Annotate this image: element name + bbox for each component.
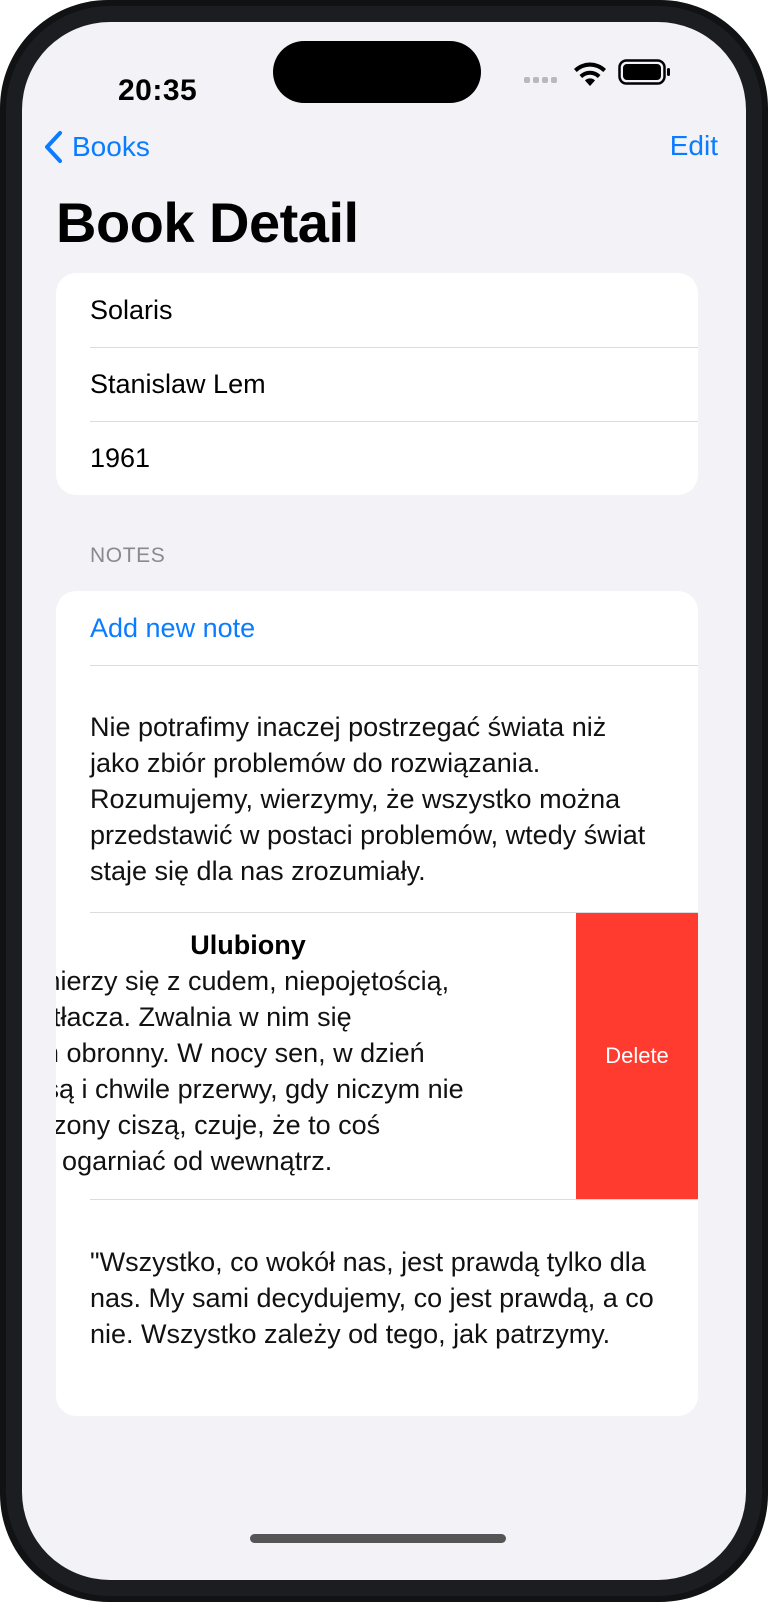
notes-section-header: NOTES — [90, 544, 166, 567]
list-item-swiped[interactable]: Ulubiony ek mierzy się z cudem, niepojęt… — [56, 912, 698, 1200]
book-title: Solaris — [90, 294, 173, 325]
note-title: Ulubiony — [190, 930, 306, 960]
back-button-label: Books — [72, 131, 150, 162]
book-info-card: Solaris Stanislaw Lem 1961 — [56, 273, 698, 495]
signal-icon — [524, 77, 557, 83]
list-item[interactable]: Nie potrafimy inaczej postrzegać świata … — [56, 665, 698, 912]
home-indicator[interactable] — [250, 1534, 506, 1543]
add-note-row[interactable]: Add new note — [56, 591, 698, 665]
note-content: Ulubiony ek mierzy się z cudem, niepojęt… — [56, 930, 528, 1179]
status-time: 20:35 — [118, 74, 198, 107]
note-text: "Wszystko, co wokół nas, jest prawdą tyl… — [90, 1247, 654, 1349]
chevron-left-icon — [45, 131, 62, 163]
book-author-row: Stanislaw Lem — [56, 347, 698, 421]
notes-card: Add new note Nie potrafimy inaczej postr… — [56, 591, 698, 1416]
edit-button[interactable]: Edit — [670, 130, 718, 162]
battery-icon — [618, 59, 670, 85]
book-year: 1961 — [90, 442, 151, 473]
book-year-row: 1961 — [56, 421, 698, 495]
add-note-button[interactable]: Add new note — [90, 613, 255, 644]
book-author: Stanislaw Lem — [90, 368, 266, 399]
screen: 20:35 Books Edit Book Detail Solaris Sta… — [22, 22, 746, 1580]
row-separator — [90, 665, 698, 666]
dynamic-island — [273, 41, 481, 103]
back-button[interactable]: Books — [42, 127, 150, 167]
list-item[interactable]: "Wszystko, co wokół nas, jest prawdą tyl… — [56, 1200, 698, 1416]
book-title-row: Solaris — [56, 273, 698, 347]
device-frame: 20:35 Books Edit Book Detail Solaris Sta… — [0, 0, 768, 1602]
note-text: Nie potrafimy inaczej postrzegać świata … — [90, 712, 646, 886]
page-title: Book Detail — [56, 191, 359, 254]
note-text: ek mierzy się z cudem, niepojętością, pr… — [56, 966, 464, 1176]
wifi-icon — [574, 62, 606, 86]
delete-button[interactable]: Delete — [576, 912, 698, 1200]
